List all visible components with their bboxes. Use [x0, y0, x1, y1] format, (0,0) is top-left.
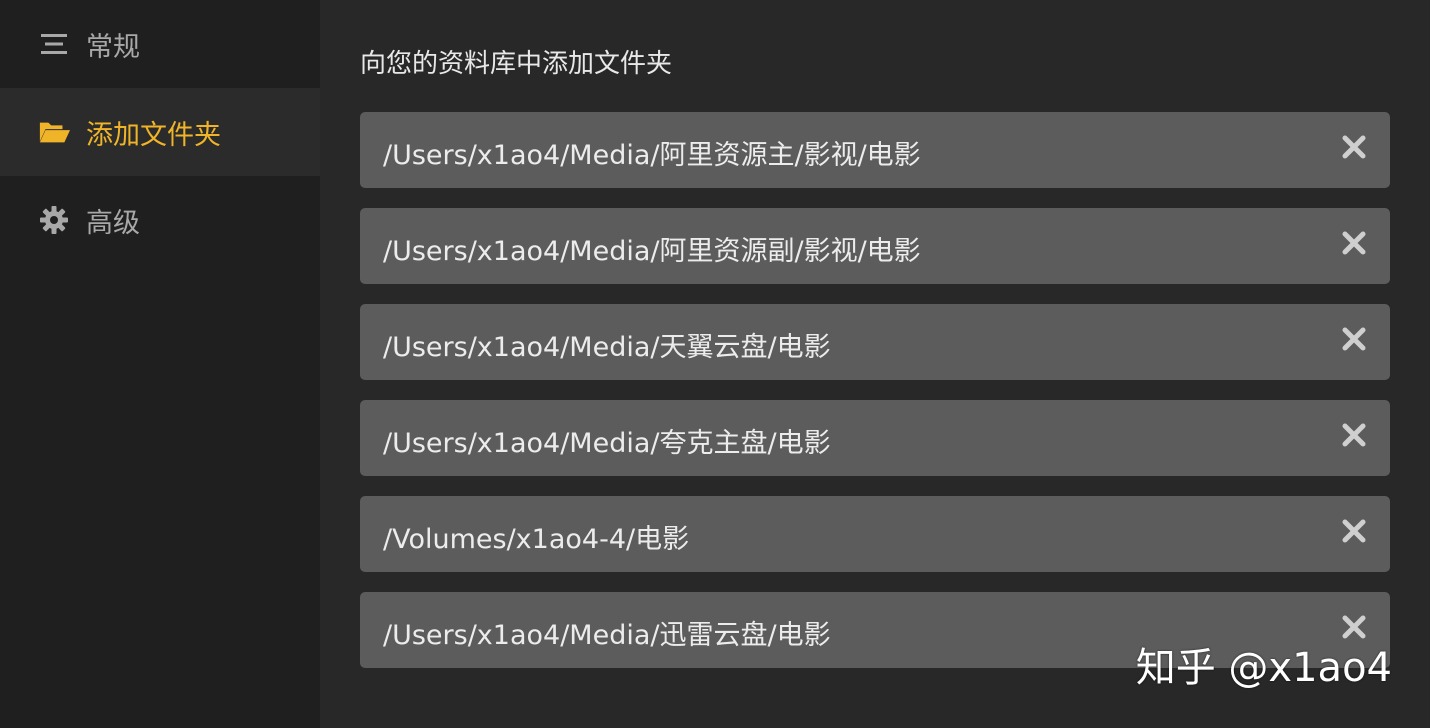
sidebar-item-advanced[interactable]: 高级 [0, 176, 320, 264]
settings-window: 常规 添加文件夹 高级 向您的资料库中添加文件夹 /Users/x1ao4/Me… [0, 0, 1430, 728]
folder-path: /Users/x1ao4/Media/阿里资源主/影视/电影 [383, 139, 921, 171]
folder-row[interactable]: /Users/x1ao4/Media/阿里资源主/影视/电影 [360, 112, 1390, 188]
remove-folder-button[interactable] [1338, 515, 1370, 547]
folder-row[interactable]: /Users/x1ao4/Media/夸克主盘/电影 [360, 400, 1390, 476]
folder-list: /Users/x1ao4/Media/阿里资源主/影视/电影 /Users/x1… [360, 112, 1390, 688]
sidebar-item-label: 添加文件夹 [86, 119, 221, 151]
folder-path: /Users/x1ao4/Media/夸克主盘/电影 [383, 427, 831, 459]
close-icon [1342, 231, 1366, 255]
sidebar: 常规 添加文件夹 高级 [0, 0, 320, 728]
main-panel: 向您的资料库中添加文件夹 /Users/x1ao4/Media/阿里资源主/影视… [320, 0, 1430, 728]
gear-icon [38, 204, 70, 236]
watermark: 知乎 @x1ao4 [1135, 645, 1392, 691]
folder-path: /Users/x1ao4/Media/阿里资源副/影视/电影 [383, 235, 921, 267]
sidebar-item-general[interactable]: 常规 [0, 0, 320, 88]
folder-row[interactable]: /Users/x1ao4/Media/阿里资源副/影视/电影 [360, 208, 1390, 284]
close-icon [1342, 327, 1366, 351]
folder-path: /Users/x1ao4/Media/天翼云盘/电影 [383, 331, 831, 363]
sidebar-item-label: 常规 [86, 31, 140, 63]
folder-open-icon [38, 116, 70, 148]
sidebar-item-label: 高级 [86, 207, 140, 239]
folder-path: /Volumes/x1ao4-4/电影 [383, 523, 690, 555]
remove-folder-button[interactable] [1338, 227, 1370, 259]
folder-row[interactable]: /Users/x1ao4/Media/天翼云盘/电影 [360, 304, 1390, 380]
sidebar-item-add-folder[interactable]: 添加文件夹 [0, 88, 320, 176]
close-icon [1342, 615, 1366, 639]
remove-folder-button[interactable] [1338, 419, 1370, 451]
close-icon [1342, 135, 1366, 159]
page-title: 向您的资料库中添加文件夹 [360, 49, 673, 79]
remove-folder-button[interactable] [1338, 611, 1370, 643]
close-icon [1342, 423, 1366, 447]
remove-folder-button[interactable] [1338, 323, 1370, 355]
list-icon [38, 28, 70, 60]
folder-path: /Users/x1ao4/Media/迅雷云盘/电影 [383, 619, 831, 651]
close-icon [1342, 519, 1366, 543]
folder-row[interactable]: /Volumes/x1ao4-4/电影 [360, 496, 1390, 572]
remove-folder-button[interactable] [1338, 131, 1370, 163]
